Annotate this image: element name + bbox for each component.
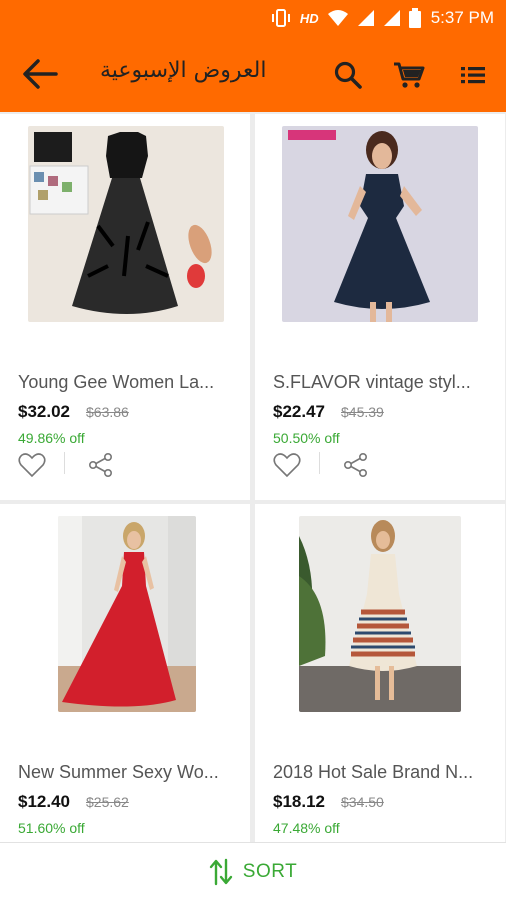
product-price: $18.12 (273, 792, 325, 811)
vibrate-icon (271, 9, 290, 27)
product-card[interactable]: S.FLAVOR vintage styl... $22.47 $45.39 5… (255, 114, 505, 500)
product-price: $22.47 (273, 402, 325, 421)
product-discount: 50.50% off (273, 430, 340, 446)
product-name: S.FLAVOR vintage styl... (273, 372, 471, 392)
signal-icon (357, 10, 374, 26)
product-actions (273, 452, 393, 480)
clock: 5:37 PM (430, 8, 494, 27)
share-icon[interactable] (88, 452, 114, 478)
heart-icon[interactable] (18, 452, 46, 478)
product-original-price: $63.86 (86, 404, 129, 420)
sort-button[interactable]: SORT (209, 858, 297, 886)
product-price: $32.02 (18, 402, 70, 421)
product-name: New Summer Sexy Wo... (18, 762, 219, 782)
product-image[interactable] (299, 516, 461, 712)
status-bar: HD 5:37 PM (0, 0, 506, 36)
action-divider (319, 452, 320, 474)
page-title: العروض الإسبوعية (100, 58, 267, 83)
sort-icon (209, 858, 232, 885)
back-arrow-icon[interactable] (22, 58, 58, 90)
product-card[interactable]: Young Gee Women La... $32.02 $63.86 49.8… (0, 114, 250, 500)
product-discount: 51.60% off (18, 820, 85, 836)
battery-icon (408, 8, 421, 28)
product-card[interactable]: New Summer Sexy Wo... $12.40 $25.62 51.6… (0, 504, 250, 842)
signal-icon-2 (383, 10, 400, 26)
bottom-bar: SORT (0, 842, 506, 900)
sort-label: SORT (242, 860, 298, 882)
product-image[interactable] (28, 126, 224, 322)
product-original-price: $25.62 (86, 794, 129, 810)
wifi-icon (327, 10, 348, 26)
cart-icon[interactable] (392, 60, 426, 90)
product-card[interactable]: 2018 Hot Sale Brand N... $18.12 $34.50 4… (255, 504, 505, 842)
product-image[interactable] (282, 126, 478, 322)
share-icon[interactable] (343, 452, 369, 478)
product-grid: Young Gee Women La... $32.02 $63.86 49.8… (0, 112, 506, 842)
product-original-price: $45.39 (341, 404, 384, 420)
product-discount: 47.48% off (273, 820, 340, 836)
product-discount: 49.86% off (18, 430, 85, 446)
product-name: 2018 Hot Sale Brand N... (273, 762, 474, 782)
product-price: $12.40 (18, 792, 70, 811)
action-divider (64, 452, 65, 474)
menu-list-icon[interactable] (459, 60, 487, 90)
toolbar: العروض الإسبوعية (0, 36, 506, 112)
product-name: Young Gee Women La... (18, 372, 215, 392)
hd-badge: HD (299, 10, 319, 26)
heart-icon[interactable] (273, 452, 301, 478)
search-icon[interactable] (333, 60, 363, 90)
product-original-price: $34.50 (341, 794, 384, 810)
status-icons: HD (270, 8, 421, 28)
product-actions (18, 452, 138, 480)
product-image[interactable] (58, 516, 196, 712)
